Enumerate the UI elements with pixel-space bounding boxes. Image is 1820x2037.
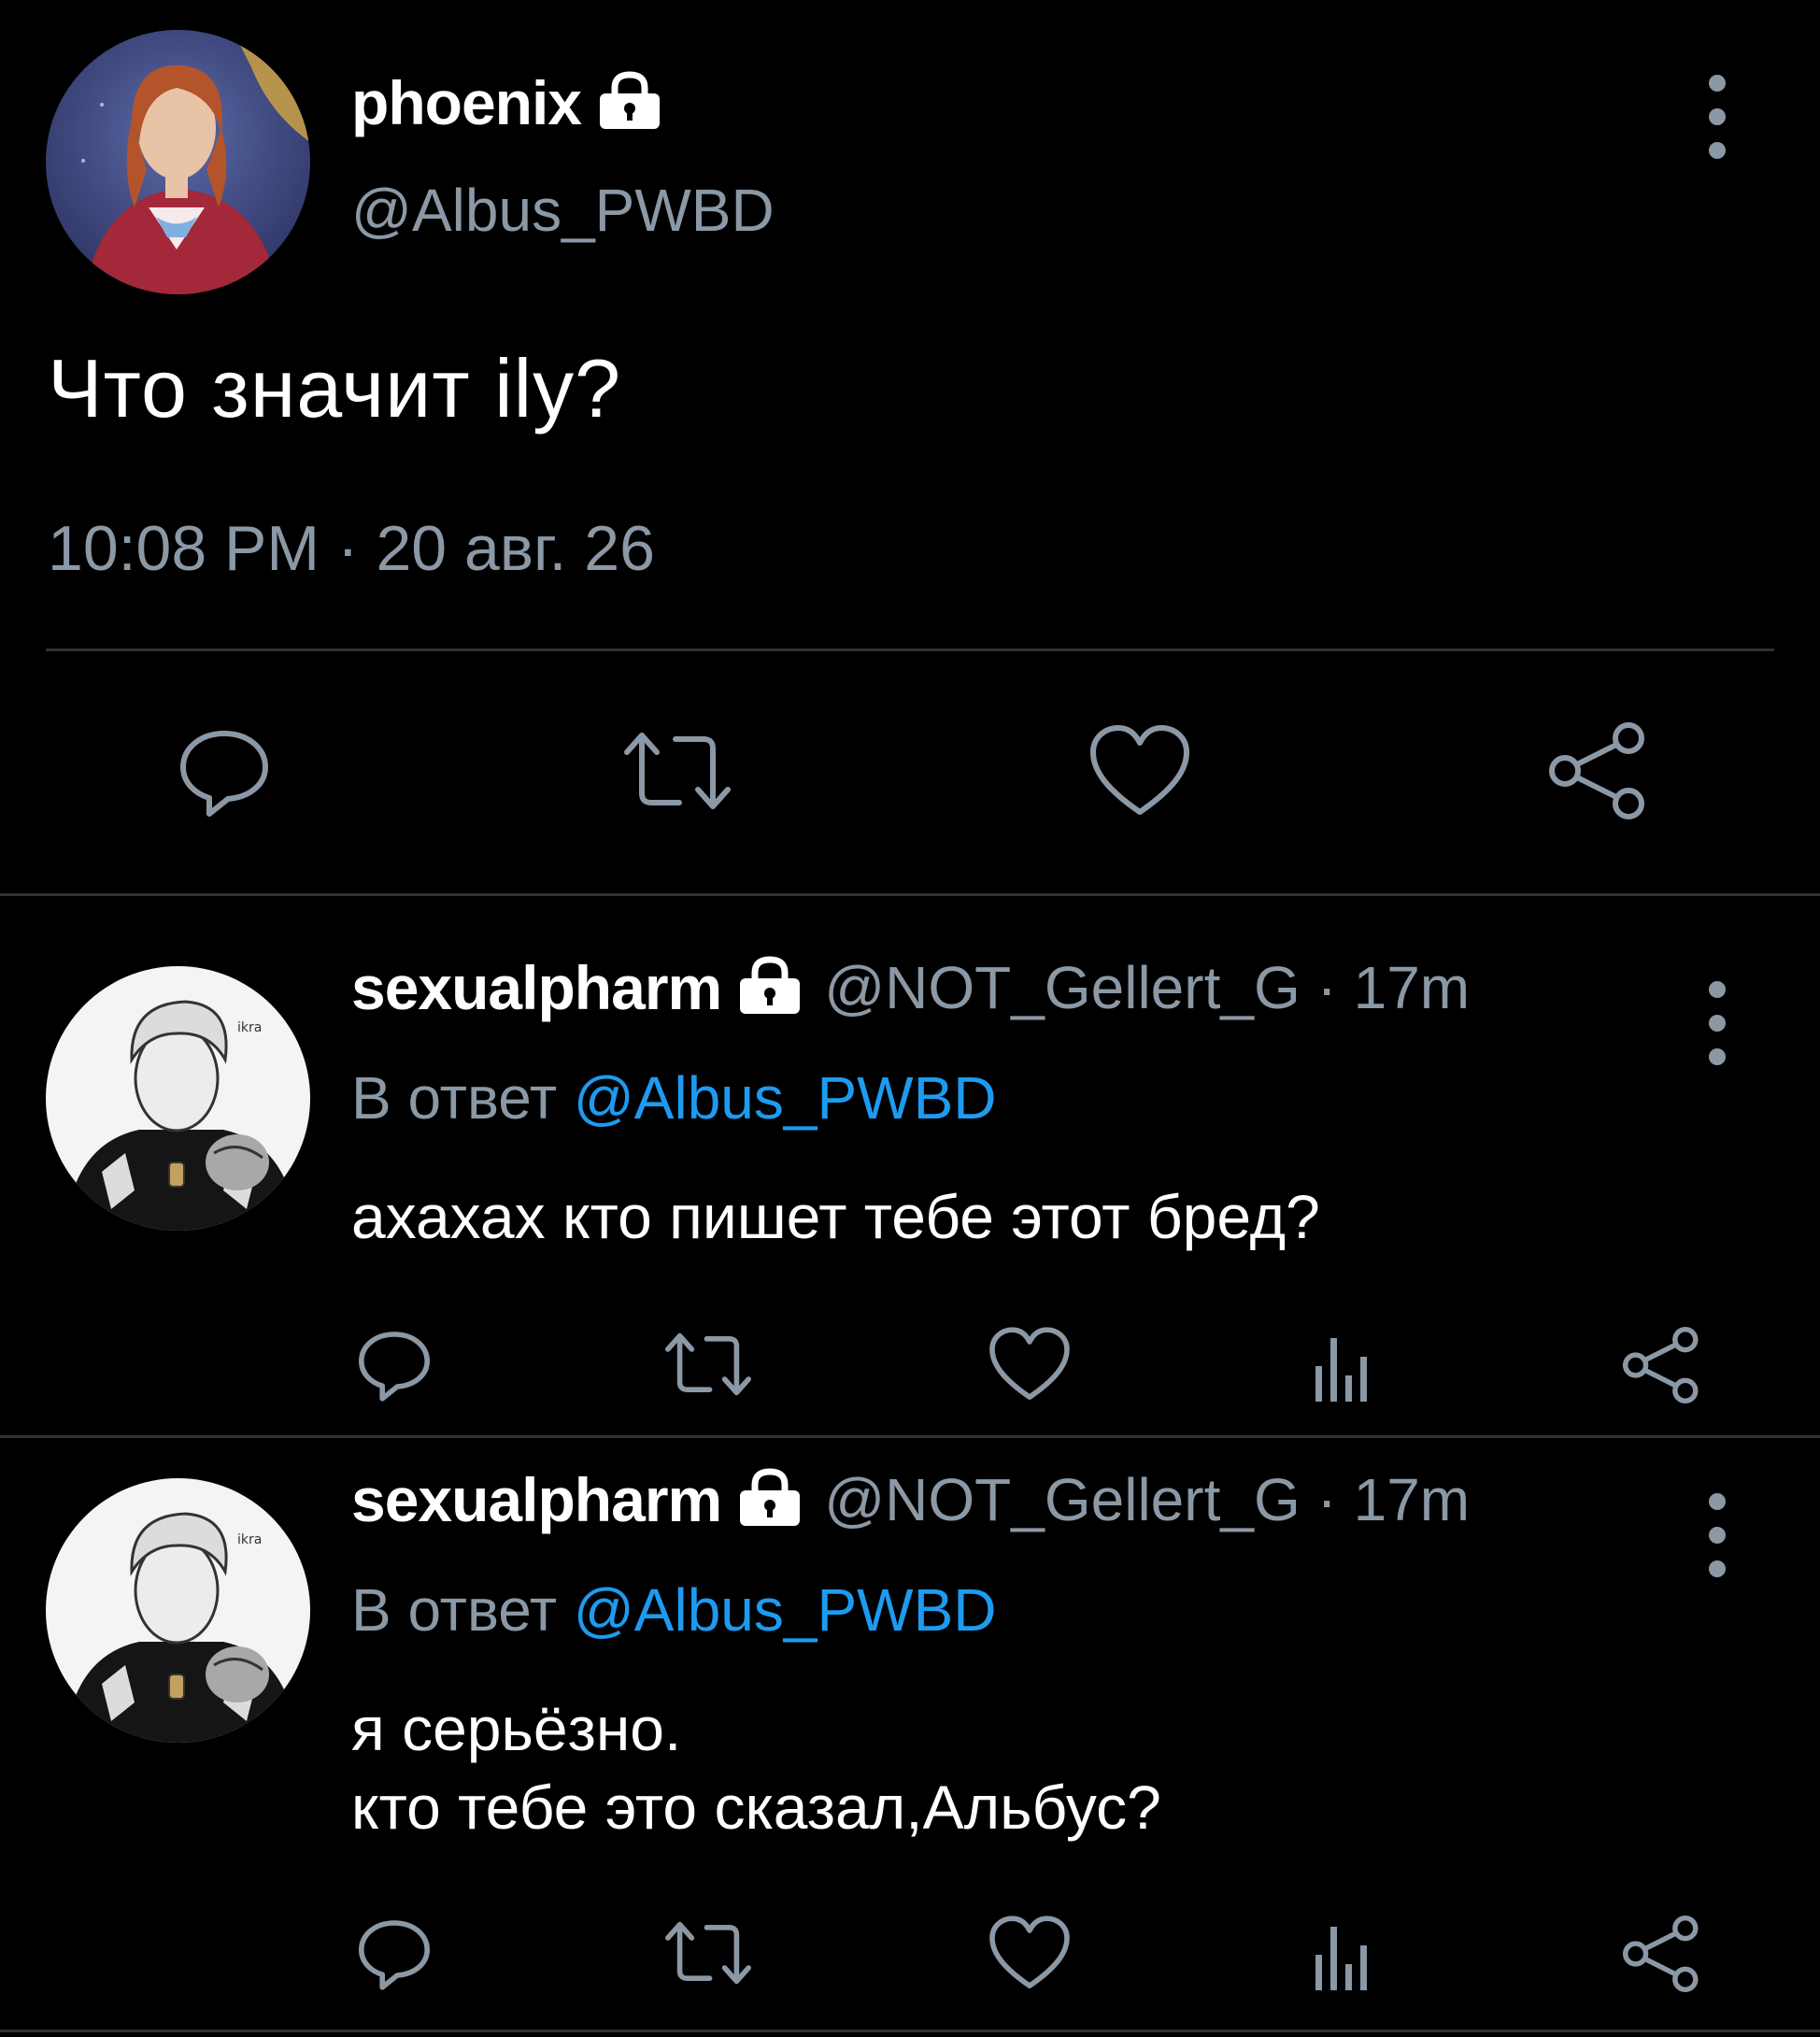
handle-and-time[interactable]: @NOT_Gellert_G · 17m <box>824 1465 1470 1534</box>
svg-text:ikra: ikra <box>237 1532 262 1547</box>
tweet-actions <box>0 1906 1820 2000</box>
tweet-actions <box>0 719 1820 832</box>
display-name[interactable]: sexualpharm <box>351 952 722 1023</box>
more-options-icon[interactable] <box>1699 75 1736 159</box>
tweet-text-line: кто тебе это сказал,Альбус? <box>351 1773 1161 1842</box>
divider <box>46 648 1774 651</box>
share-icon[interactable] <box>1546 719 1649 822</box>
share-icon[interactable] <box>1621 1914 1701 1994</box>
author-row: sexualpharm @NOT_Gellert_G · 17m <box>351 1462 1470 1537</box>
like-icon[interactable] <box>988 1327 1071 1402</box>
handle[interactable]: @Albus_PWBD <box>351 176 775 245</box>
more-options-icon[interactable] <box>1699 1493 1736 1577</box>
divider <box>0 1435 1820 1438</box>
reply-context: В ответ @Albus_PWBD <box>351 1575 996 1645</box>
like-icon[interactable] <box>988 1916 1071 1990</box>
tweet-text: я серьёзно. кто тебе это сказал,Альбус? <box>351 1689 1161 1846</box>
reply-mention-link[interactable]: @Albus_PWBD <box>574 1576 997 1644</box>
display-name[interactable]: phoenix <box>351 67 582 138</box>
reply-tweet[interactable]: ikra sexualpharm @NOT_Gellert_G · 17m В … <box>0 1439 1820 2032</box>
display-name[interactable]: sexualpharm <box>351 1464 722 1535</box>
author-row: sexualpharm @NOT_Gellert_G · 17m <box>351 950 1470 1025</box>
lock-icon <box>736 955 803 1020</box>
divider <box>0 2030 1820 2032</box>
lock-icon <box>736 1467 803 1532</box>
reply-icon[interactable] <box>178 719 271 822</box>
svg-text:ikra: ikra <box>237 1020 262 1035</box>
share-icon[interactable] <box>1621 1325 1701 1405</box>
avatar[interactable] <box>46 30 310 294</box>
more-options-icon[interactable] <box>1699 981 1736 1065</box>
reply-icon[interactable] <box>357 1916 432 1990</box>
reply-context: В ответ @Albus_PWBD <box>351 1063 996 1132</box>
tweet-text: ахахах кто пишет тебе этот бред? <box>351 1177 1320 1256</box>
reply-mention-link[interactable]: @Albus_PWBD <box>574 1064 997 1132</box>
like-icon[interactable] <box>1088 724 1191 818</box>
avatar[interactable]: ikra <box>46 966 310 1231</box>
reply-tweet[interactable]: ikra sexualpharm @NOT_Gellert_G · 17m В … <box>0 897 1820 1434</box>
tweet-actions <box>0 1318 1820 1411</box>
retweet-icon[interactable] <box>621 724 733 818</box>
tweet-timestamp[interactable]: 10:08 PM · 20 авг. 26 <box>48 512 655 585</box>
analytics-icon[interactable] <box>1308 1329 1383 1403</box>
tweet-text: Что значит ily? <box>48 342 622 434</box>
author-row: phoenix <box>351 65 663 140</box>
reply-prefix: В ответ <box>351 1064 558 1132</box>
avatar[interactable]: ikra <box>46 1478 310 1743</box>
tweet-text-line: я серьёзно. <box>351 1694 682 1763</box>
analytics-icon[interactable] <box>1308 1917 1383 1992</box>
retweet-icon[interactable] <box>663 1327 753 1402</box>
handle-and-time[interactable]: @NOT_Gellert_G · 17m <box>824 953 1470 1022</box>
tweet-text-line: ахахах кто пишет тебе этот бред? <box>351 1182 1320 1251</box>
divider <box>0 893 1820 896</box>
reply-icon[interactable] <box>357 1327 432 1402</box>
retweet-icon[interactable] <box>663 1916 753 1990</box>
lock-icon <box>596 70 663 135</box>
main-tweet: phoenix @Albus_PWBD Что значит ily? 10:0… <box>0 0 1820 892</box>
reply-prefix: В ответ <box>351 1576 558 1644</box>
